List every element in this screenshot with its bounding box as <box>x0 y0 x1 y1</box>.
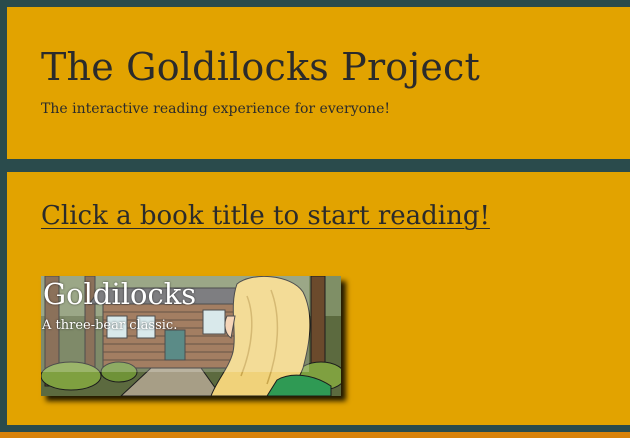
book-title-link[interactable]: Goldilocks <box>43 277 196 311</box>
book-list-heading: Click a book title to start reading! <box>41 201 490 231</box>
site-subtitle: The interactive reading experience for e… <box>41 101 390 117</box>
site-title: The Goldilocks Project <box>41 45 481 89</box>
header-panel: The Goldilocks Project The interactive r… <box>0 0 630 166</box>
book-card-goldilocks[interactable]: Goldilocks A three-bear classic. <box>41 276 341 396</box>
content-panel: Click a book title to start reading! Gol… <box>0 166 630 432</box>
book-description: A three-bear classic. <box>42 318 178 333</box>
